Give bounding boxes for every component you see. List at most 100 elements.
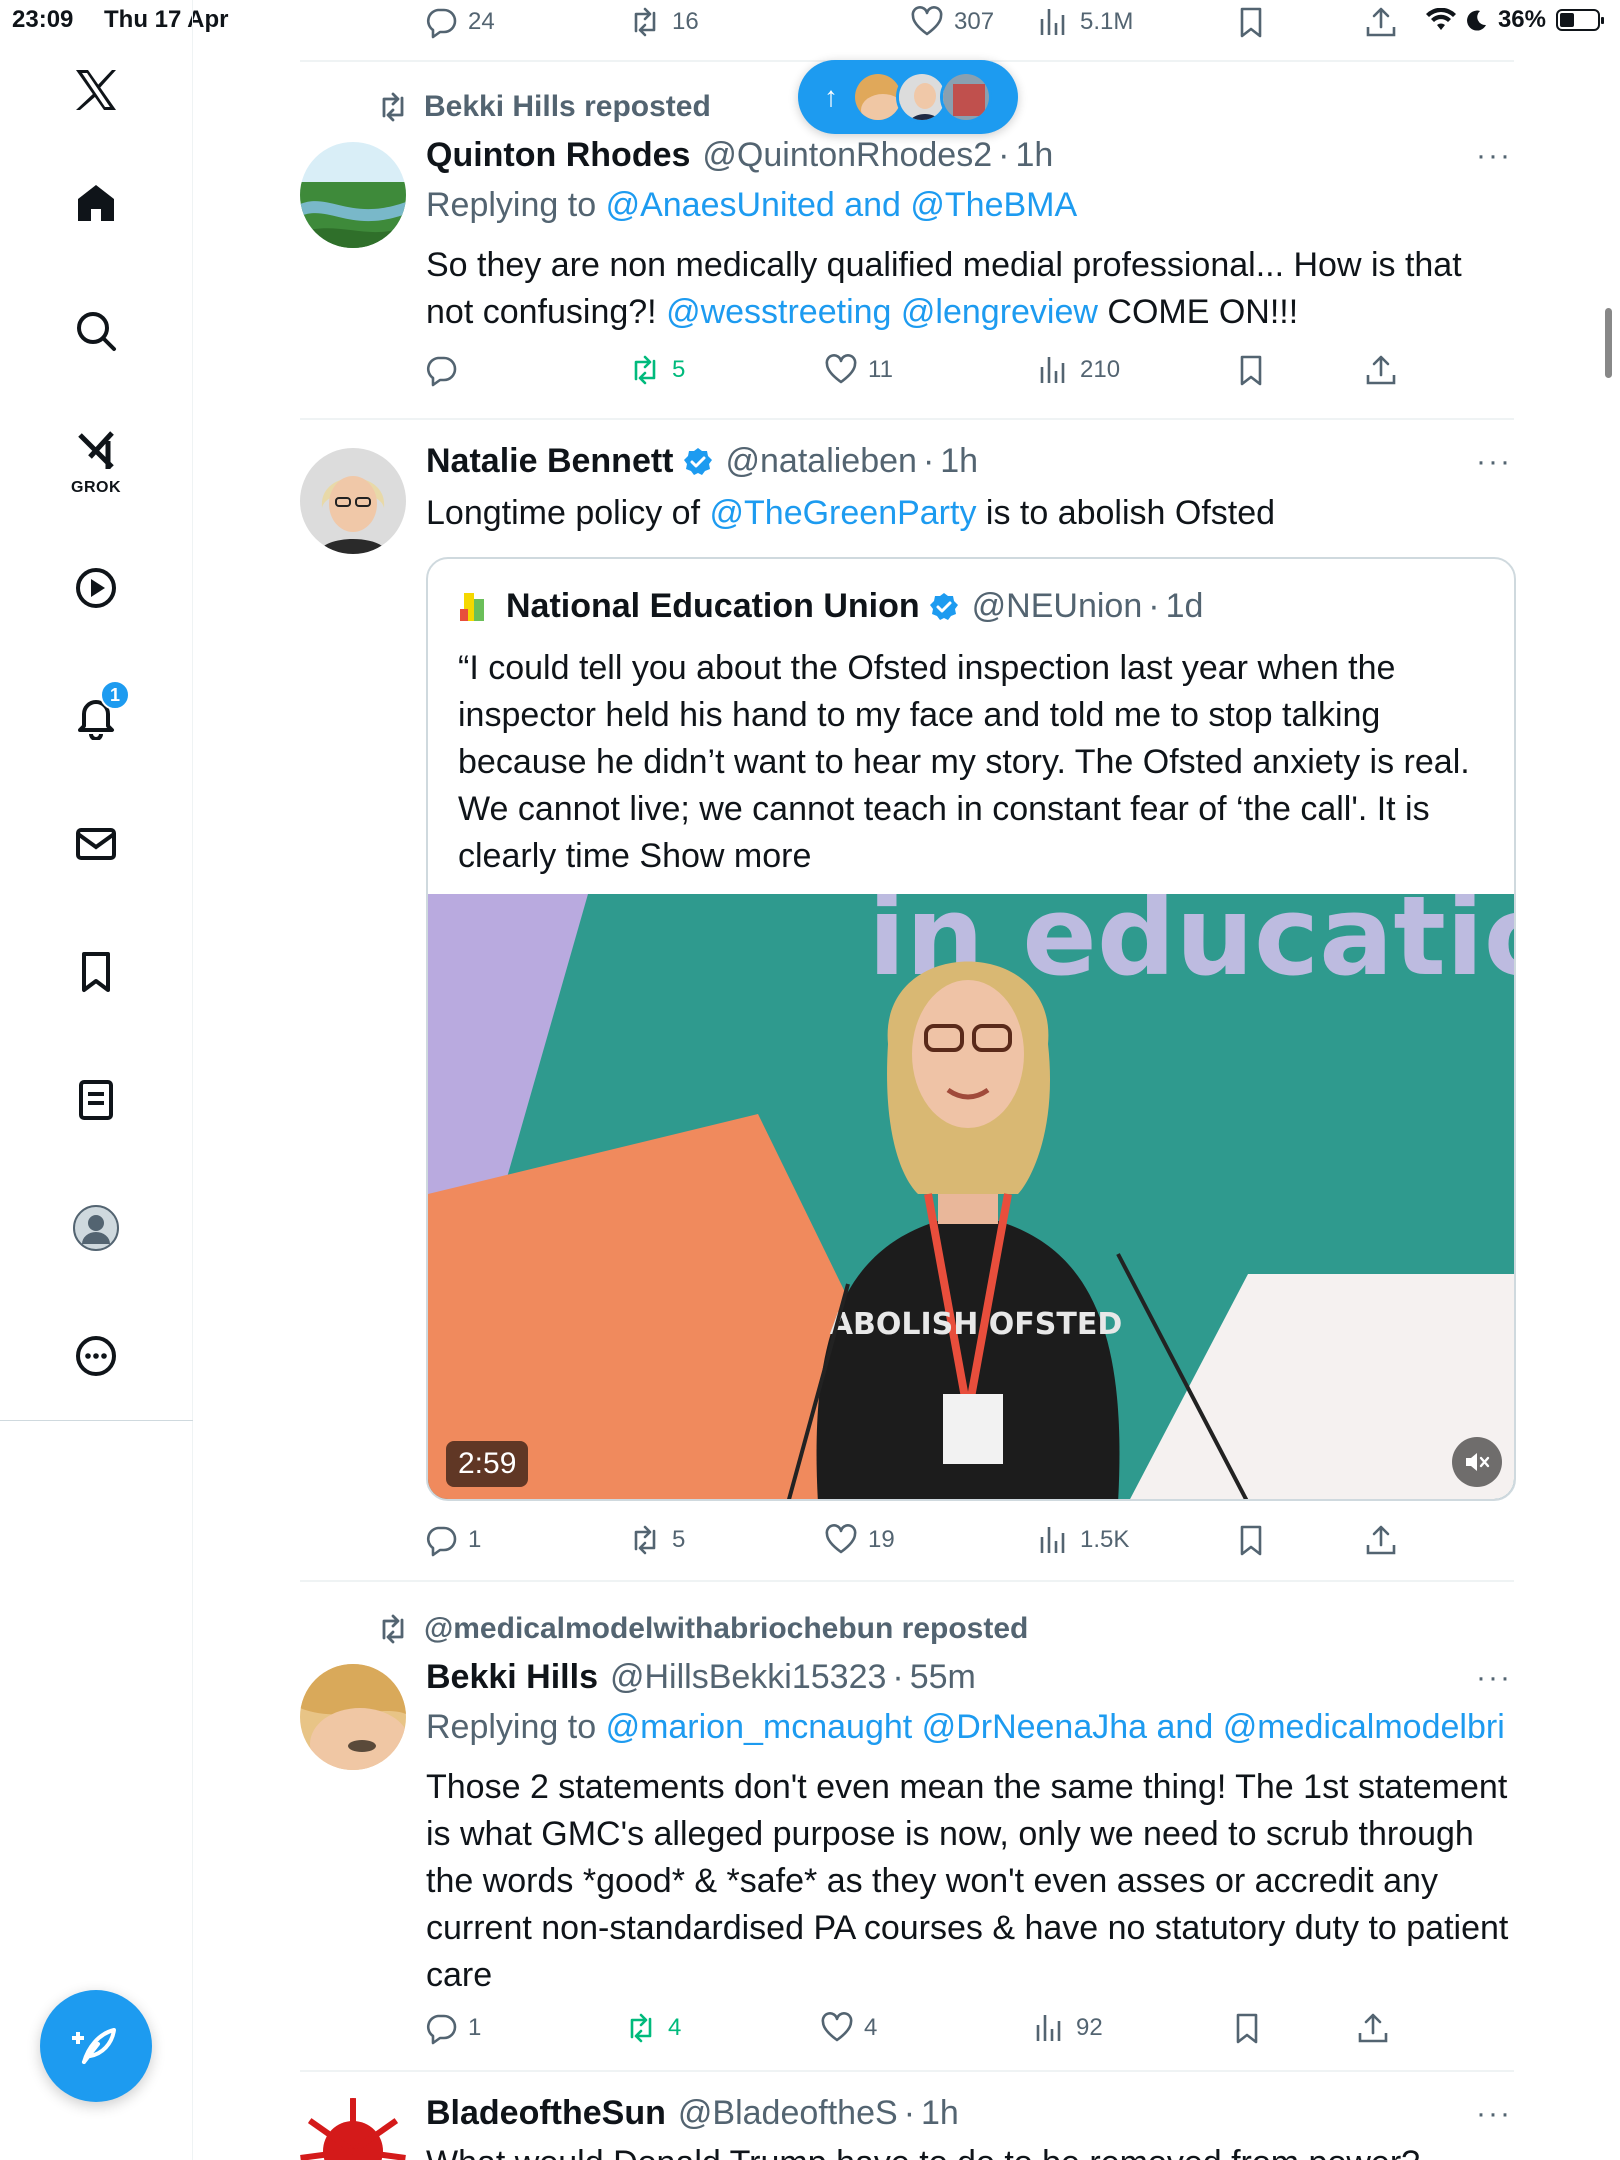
compose-button[interactable] — [40, 1990, 152, 2102]
repost-attribution-text: @medicalmodelwithabriochebun reposted — [424, 1612, 1029, 1645]
tweet-time[interactable]: 1h — [940, 442, 978, 481]
heart-icon — [911, 6, 943, 36]
author-handle[interactable]: @BladeoftheS — [678, 2094, 898, 2133]
share-upload-icon — [1366, 1525, 1396, 1555]
tweet-time[interactable]: 1h — [1015, 136, 1053, 175]
views-button[interactable]: 1.5K — [1036, 1520, 1129, 1560]
ellipsis-icon[interactable]: ··· — [1474, 2097, 1514, 2130]
mention-link[interactable]: @TheGreenParty — [710, 494, 977, 532]
bookmark-icon — [1236, 2013, 1258, 2044]
reply-to-mentions[interactable]: @AnaesUnited and @TheBMA — [606, 186, 1078, 224]
tweet-text: Those 2 statements don't even mean the s… — [426, 1768, 1509, 1994]
bookmark-icon — [1240, 355, 1262, 386]
bookmark-button[interactable] — [1234, 350, 1268, 390]
search-icon — [77, 312, 116, 351]
like-button[interactable]: 11 — [824, 350, 893, 390]
author-name[interactable]: Natalie Bennett — [426, 442, 674, 481]
bookmark-button[interactable] — [1234, 2, 1268, 42]
avatar[interactable] — [300, 1664, 406, 1770]
share-button[interactable] — [1364, 2, 1398, 42]
sidebar-item-video[interactable] — [56, 548, 136, 628]
avatar[interactable] — [300, 2098, 406, 2160]
heart-icon — [821, 2012, 853, 2042]
sidebar-divider — [0, 1420, 193, 1421]
sidebar-item-home[interactable] — [56, 163, 136, 243]
bookmark-button[interactable] — [1230, 2008, 1264, 2048]
repost-button[interactable]: 5 — [628, 1520, 685, 1560]
repost-button[interactable]: 16 — [628, 2, 699, 42]
tweet-actions: 5 11 210 — [424, 350, 1514, 390]
reply-to-mentions[interactable]: @marion_mcnaught @DrNeenaJha and @medica… — [606, 1708, 1505, 1746]
ellipsis-icon[interactable]: ··· — [1474, 445, 1514, 478]
sidebar-item-messages[interactable] — [56, 804, 136, 884]
bar-chart-icon — [1040, 357, 1065, 383]
sidebar-item-more[interactable] — [56, 1316, 136, 1396]
like-count: 4 — [864, 2014, 878, 2041]
author-name[interactable]: Bekki Hills — [426, 1658, 598, 1697]
reply-button[interactable]: 1 — [424, 2008, 481, 2048]
like-button[interactable]: 19 — [824, 1520, 895, 1560]
author-handle[interactable]: @natalieben — [726, 442, 917, 481]
share-button[interactable] — [1364, 350, 1398, 390]
speech-bubble-icon — [426, 2014, 457, 2045]
sidebar-item-grok[interactable]: GROK — [56, 415, 136, 505]
sidebar-item-explore[interactable] — [56, 291, 136, 371]
tweet-actions: 1 4 4 92 — [424, 2008, 1514, 2048]
sidebar-item-profile[interactable] — [56, 1188, 136, 1268]
quoted-tweet[interactable]: National Education Union @NEUnion · 1d “… — [426, 557, 1516, 1501]
views-button[interactable]: 92 — [1032, 2008, 1103, 2048]
tweet-time[interactable]: 1h — [921, 2094, 959, 2133]
x-logo-icon[interactable] — [56, 50, 136, 130]
new-posts-pill[interactable]: ↑ — [798, 60, 1018, 134]
show-more-link[interactable]: Show more — [639, 837, 811, 875]
video-player[interactable]: in education ABOLISH OFSTED 2:59 — [428, 894, 1514, 1499]
author-name[interactable]: BladeoftheSun — [426, 2094, 666, 2133]
grok-icon — [78, 431, 114, 469]
repost-attribution: @medicalmodelwithabriochebun reposted — [376, 1612, 1028, 1646]
avatar[interactable] — [300, 142, 406, 248]
repost-button[interactable]: 4 — [624, 2008, 681, 2048]
views-count: 210 — [1080, 356, 1121, 383]
play-circle-icon — [76, 568, 116, 608]
views-button[interactable]: 5.1M — [1036, 2, 1133, 42]
tweet-time[interactable]: 55m — [910, 1658, 976, 1697]
scrollbar[interactable] — [1605, 308, 1612, 378]
share-button[interactable] — [1364, 1520, 1398, 1560]
reply-button[interactable]: 1 — [424, 1520, 481, 1560]
muted-speaker-icon — [1466, 1453, 1490, 1471]
avatar[interactable] — [300, 448, 406, 554]
speech-bubble-icon — [426, 356, 457, 387]
tweet-text: So they are non medically qualified medi… — [426, 246, 1462, 331]
author-handle[interactable]: @HillsBekki15323 — [610, 1658, 886, 1697]
sidebar-item-lists[interactable] — [56, 1060, 136, 1140]
mute-button[interactable] — [1452, 1437, 1502, 1487]
reply-count: 1 — [468, 2014, 482, 2041]
speech-bubble-icon — [426, 8, 457, 39]
author-handle[interactable]: @QuintonRhodes2 — [702, 136, 992, 175]
like-button[interactable]: 4 — [820, 2008, 877, 2048]
home-icon — [78, 185, 114, 221]
quote-author-handle[interactable]: @NEUnion — [972, 587, 1143, 626]
ellipsis-icon[interactable]: ··· — [1474, 1661, 1514, 1694]
tweet-text: Longtime policy of @TheGreenParty is to … — [426, 494, 1276, 532]
author-name[interactable]: Quinton Rhodes — [426, 136, 690, 175]
views-count: 92 — [1076, 2014, 1103, 2041]
reply-button[interactable]: 24 — [424, 2, 495, 42]
bookmark-button[interactable] — [1234, 1520, 1268, 1560]
like-button[interactable]: 307 — [910, 2, 994, 42]
mention-link[interactable]: @wesstreeting — [666, 293, 891, 331]
reply-context: Replying to @marion_mcnaught @DrNeenaJha… — [426, 1708, 1505, 1746]
heart-icon — [825, 354, 857, 384]
share-upload-icon — [1358, 2013, 1388, 2043]
repost-button[interactable]: 5 — [628, 350, 685, 390]
share-button[interactable] — [1356, 2008, 1390, 2048]
views-button[interactable]: 210 — [1036, 350, 1120, 390]
sidebar-item-notifications[interactable]: 1 — [56, 676, 136, 756]
ellipsis-icon[interactable]: ··· — [1474, 139, 1514, 172]
repost-arrows-icon — [634, 355, 656, 385]
sidebar-item-bookmarks[interactable] — [56, 932, 136, 1012]
repost-arrows-icon — [382, 92, 404, 122]
quote-author-name[interactable]: National Education Union — [506, 587, 920, 626]
mention-link[interactable]: @lengreview — [901, 293, 1098, 331]
reply-button[interactable] — [424, 350, 458, 390]
